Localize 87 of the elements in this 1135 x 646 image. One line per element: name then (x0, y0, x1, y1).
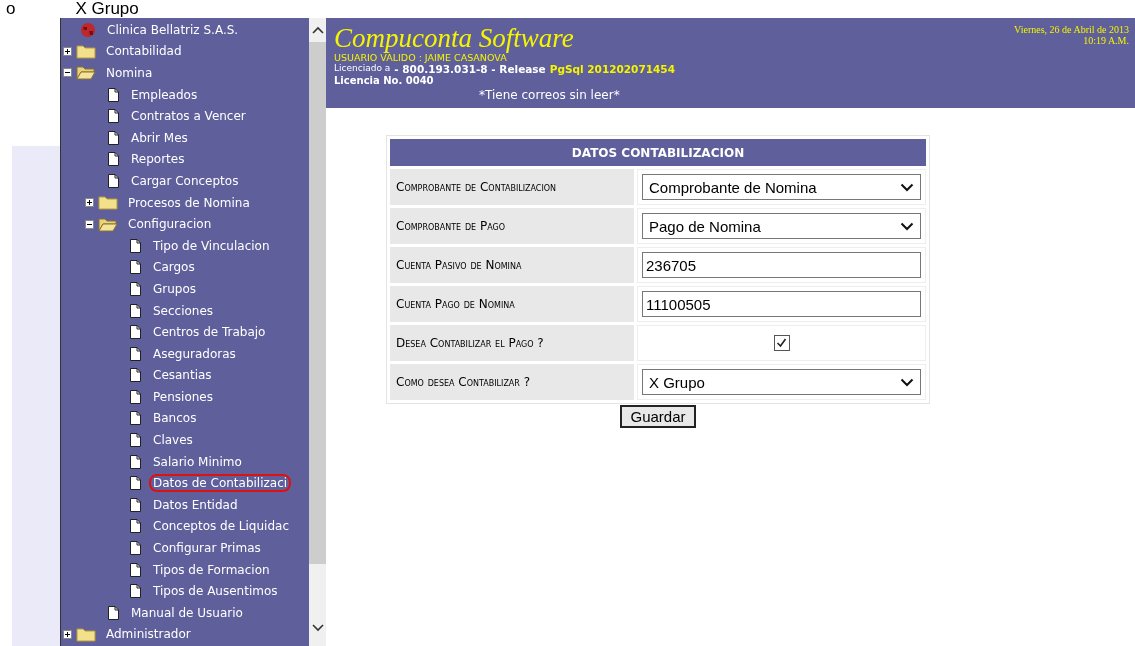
input-field[interactable]: 236705 (642, 252, 921, 278)
tree-item[interactable]: Reportes (127, 150, 189, 169)
tree-item[interactable]: Empleados (127, 85, 202, 104)
scroll-up-icon[interactable] (311, 26, 324, 34)
scrollbar[interactable] (309, 18, 326, 646)
document-icon (130, 519, 141, 534)
tree-item[interactable]: Tipos de Ausentimos (149, 582, 282, 601)
tree-item[interactable]: Aseguradoras (149, 344, 240, 363)
document-icon (130, 325, 141, 340)
globe-icon (79, 21, 97, 38)
tree-item[interactable]: Procesos de Nomina (124, 193, 254, 212)
document-icon (130, 368, 141, 383)
tree-item[interactable]: Salario Minimo (149, 452, 246, 471)
tree-item[interactable]: Cargos (149, 258, 199, 277)
chevron-down-icon (900, 182, 914, 192)
dropdown[interactable]: X Grupo (642, 369, 921, 395)
document-icon (130, 260, 141, 275)
tree-item[interactable]: Manual de Usuario (127, 603, 247, 622)
tree-item[interactable]: Configurar Primas (149, 539, 265, 558)
document-icon (130, 433, 141, 448)
folder-icon (98, 195, 118, 211)
folder-icon (76, 65, 96, 81)
tree-item[interactable]: Contratos a Vencer (127, 107, 250, 126)
tree-item[interactable]: Configuracion (124, 215, 216, 234)
form-title: DATOS CONTABILIZACION (390, 139, 926, 166)
document-icon (130, 541, 141, 556)
release-text: PgSql 201202071454 (549, 63, 675, 75)
tree-item[interactable]: Administrador (102, 625, 195, 644)
document-icon (130, 238, 141, 253)
date-text: Viernes, 26 de Abril de 2013 (1014, 24, 1129, 35)
input-field[interactable]: 11100505 (642, 291, 921, 317)
tree-item[interactable]: Grupos (149, 279, 201, 298)
document-icon (130, 497, 141, 512)
time-text: 10:19 A.M. (1082, 35, 1129, 46)
caption-text: X Grupo (75, 0, 139, 18)
license-text: - 800.193.031-8 - Release (394, 63, 546, 75)
folder-icon (76, 43, 96, 59)
field-label: Desea Contabilizar el Pago ? (390, 325, 634, 361)
scroll-down-icon[interactable] (311, 624, 324, 632)
dropdown[interactable]: Pago de Nomina (642, 213, 921, 239)
tree-item[interactable]: Claves (149, 431, 197, 450)
folder-icon (76, 626, 96, 642)
document-icon (130, 476, 141, 491)
field-label: Cuenta Pago de Nomina (390, 286, 634, 322)
field-label: Comprobante de Contabilizacion (390, 169, 634, 205)
tree-item[interactable]: Datos Entidad (149, 495, 242, 514)
tree-item[interactable]: Tipos de Formacion (149, 560, 274, 579)
tree-item[interactable]: Secciones (149, 301, 218, 320)
document-icon (130, 411, 141, 426)
tree-item[interactable]: Nomina (102, 64, 157, 82)
tree-item[interactable]: Centros de Trabajo (149, 323, 270, 342)
document-icon (130, 454, 141, 469)
tree-item[interactable]: Pensiones (149, 387, 217, 406)
document-icon (130, 562, 141, 577)
bullet-mark: o (6, 0, 16, 18)
chevron-down-icon (900, 377, 914, 387)
save-button[interactable]: Guardar (620, 405, 696, 428)
document-icon (108, 173, 119, 188)
document-icon (108, 152, 119, 167)
tree-item[interactable]: Contabilidad (102, 42, 186, 61)
tree-item[interactable]: Cargar Conceptos (127, 171, 243, 190)
folder-icon (98, 216, 118, 232)
document-icon (130, 303, 141, 318)
tree-item[interactable]: Conceptos de Liquidac (149, 517, 293, 536)
dropdown[interactable]: Comprobante de Nomina (642, 174, 921, 200)
checkbox[interactable] (773, 335, 790, 351)
mail-notice[interactable]: *Tiene correos sin leer* (479, 88, 675, 102)
chevron-down-icon (900, 221, 914, 231)
tree-item[interactable]: Tipo de Vinculacion (149, 236, 274, 255)
field-label: Comprobante de Pago (390, 208, 634, 244)
tree-item[interactable]: Datos de Contabilizaci (149, 474, 292, 493)
document-icon (108, 605, 119, 620)
document-icon (130, 281, 141, 296)
document-icon (108, 109, 119, 124)
tree-item[interactable]: Cesantias (149, 366, 216, 385)
document-icon (108, 130, 119, 145)
tree-item[interactable]: Clinica Bellatriz S.A.S. (103, 20, 243, 39)
field-label: Como desea Contabilizar ? (390, 364, 634, 400)
tree-item[interactable]: Bancos (149, 409, 201, 428)
tree-item[interactable]: Abrir Mes (127, 128, 192, 147)
license-label: Licenciado a (334, 63, 391, 75)
license-number: Licencia No. 0040 (334, 75, 435, 86)
field-label: Cuenta Pasivo de Nomina (390, 247, 634, 283)
document-icon (130, 389, 141, 404)
document-icon (130, 584, 141, 599)
document-icon (108, 87, 119, 102)
document-icon (130, 346, 141, 361)
